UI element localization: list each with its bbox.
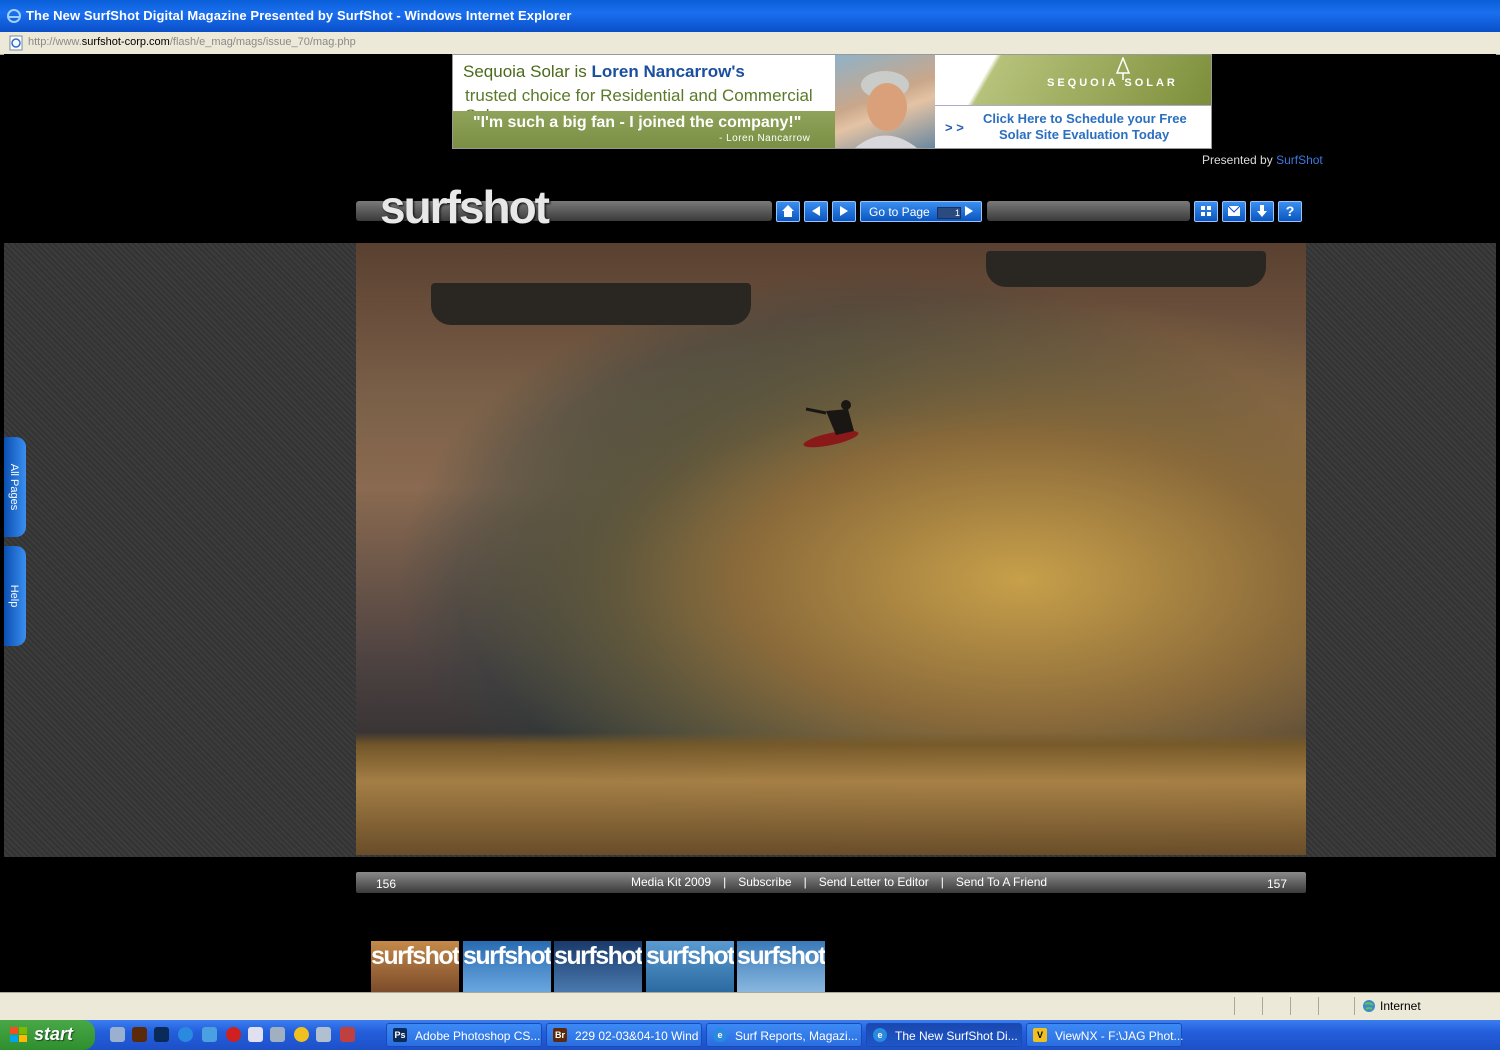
task-bridge[interactable]: Br 229 02-03&04-10 Wind xyxy=(546,1023,702,1047)
status-divider xyxy=(1354,997,1355,1015)
app-icon[interactable] xyxy=(270,1027,285,1042)
sequoia-solar-ad[interactable]: Sequoia Solar is Loren Nancarrow's trust… xyxy=(452,54,1212,149)
thumbnail[interactable]: surfshot xyxy=(463,941,551,992)
page-number-input[interactable]: 1 xyxy=(937,207,961,219)
internet-explorer-icon xyxy=(7,9,21,23)
help-tab[interactable]: Help xyxy=(4,546,26,646)
download-button[interactable] xyxy=(1250,201,1274,222)
address-bar[interactable]: http://www.surfshot-corp.com/flash/e_mag… xyxy=(0,32,1500,55)
cta-arrows: > > xyxy=(945,120,964,135)
app-icon[interactable] xyxy=(340,1027,355,1042)
send-to-friend-link[interactable]: Send To A Friend xyxy=(956,875,1047,889)
thumbnails-button[interactable] xyxy=(1194,201,1218,222)
thumbnail[interactable]: surfshot xyxy=(737,941,825,992)
ad-brand-name: SEQUOIA SOLAR xyxy=(1047,77,1178,89)
globe-icon xyxy=(1363,1000,1375,1012)
status-bar: Internet xyxy=(0,992,1500,1021)
thumbnail[interactable]: surfshot xyxy=(646,941,734,992)
ad-attribution: - Loren Nancarrow xyxy=(719,133,811,144)
internet-explorer-icon[interactable] xyxy=(178,1027,193,1042)
schedule-evaluation-link[interactable]: > > Click Here to Schedule your Free Sol… xyxy=(935,105,1211,148)
left-page-number: 156 xyxy=(376,877,397,891)
photoshop-icon[interactable] xyxy=(154,1027,169,1042)
ad-quote: "I'm such a big fan - I joined the compa… xyxy=(473,114,802,131)
internet-explorer-icon: e xyxy=(713,1028,727,1042)
subscribe-link[interactable]: Subscribe xyxy=(738,875,791,889)
question-mark-icon: ? xyxy=(1285,203,1295,219)
magazine-stage xyxy=(4,243,1496,857)
previous-page-button[interactable] xyxy=(804,201,828,222)
opera-icon[interactable] xyxy=(226,1027,241,1042)
ad-headline: Sequoia Solar is Loren Nancarrow's xyxy=(463,62,745,81)
presented-by: Presented by SurfShot xyxy=(1202,153,1323,167)
ad-text-panel: Sequoia Solar is Loren Nancarrow's trust… xyxy=(453,55,835,148)
show-desktop-icon[interactable] xyxy=(110,1027,125,1042)
bridge-icon: Br xyxy=(553,1028,567,1042)
download-icon xyxy=(1257,205,1267,217)
next-page-button[interactable] xyxy=(832,201,856,222)
toolbar-right-bar xyxy=(987,201,1190,221)
boat-right xyxy=(986,251,1266,287)
status-divider xyxy=(1262,997,1263,1015)
ad-cta-panel[interactable]: SEQUOIA SOLAR > > Click Here to Schedule… xyxy=(935,55,1211,148)
go-arrow-icon[interactable] xyxy=(963,203,975,219)
grid-icon xyxy=(1201,206,1211,216)
photoshop-icon: Ps xyxy=(393,1028,407,1042)
email-button[interactable] xyxy=(1222,201,1246,222)
envelope-icon xyxy=(1227,205,1241,216)
arrow-right-icon xyxy=(840,206,848,216)
page-footer-bar: 156 Media Kit 2009 | Subscribe | Send Letter… xyxy=(356,872,1306,893)
window-title: The New SurfShot Digital Magazine Presen… xyxy=(26,8,572,23)
internet-explorer-icon: e xyxy=(873,1028,887,1042)
cta-line-1: Click Here to Schedule your Free xyxy=(983,111,1187,126)
security-zone: Internet xyxy=(1363,999,1421,1013)
page-icon xyxy=(9,35,23,51)
boat-left xyxy=(431,283,751,325)
ad-portrait-photo xyxy=(835,55,935,148)
task-surfshot-active[interactable]: e The New SurfShot Di... xyxy=(866,1023,1022,1047)
task-surf-reports[interactable]: e Surf Reports, Magazi... xyxy=(706,1023,862,1047)
magazine-spread-photo[interactable] xyxy=(356,243,1306,855)
home-button[interactable] xyxy=(776,201,800,222)
chrome-icon[interactable] xyxy=(294,1027,309,1042)
status-divider xyxy=(1318,997,1319,1015)
windows-taskbar: start Ps Adobe Photoshop CS... Br 229 02… xyxy=(0,1020,1500,1050)
cta-line-2: Solar Site Evaluation Today xyxy=(999,127,1170,142)
home-icon xyxy=(782,205,794,217)
status-divider xyxy=(1290,997,1291,1015)
outlook-icon[interactable] xyxy=(248,1027,263,1042)
app-icon[interactable] xyxy=(316,1027,331,1042)
url-field[interactable]: http://www.surfshot-corp.com/flash/e_mag… xyxy=(28,36,356,48)
media-kit-link[interactable]: Media Kit 2009 xyxy=(631,875,711,889)
footer-links: Media Kit 2009 | Subscribe | Send Letter to … xyxy=(631,875,1048,889)
thumbnail[interactable]: surfshot xyxy=(554,941,642,992)
go-to-page-label: Go to Page xyxy=(869,205,930,219)
bridge-icon[interactable] xyxy=(132,1027,147,1042)
status-divider xyxy=(1234,997,1235,1015)
arrow-left-icon xyxy=(812,206,820,216)
window-titlebar[interactable]: The New SurfShot Digital Magazine Presen… xyxy=(0,0,1500,32)
surfshot-link[interactable]: SurfShot xyxy=(1276,153,1323,167)
go-to-page-control[interactable]: Go to Page 1 xyxy=(860,201,982,222)
viewnx-icon: V xyxy=(1033,1028,1047,1042)
start-button[interactable]: start xyxy=(0,1020,95,1050)
windows-logo-icon xyxy=(10,1027,27,1042)
send-letter-link[interactable]: Send Letter to Editor xyxy=(819,875,929,889)
surfshot-logo: surfshot xyxy=(380,181,550,233)
network-icon[interactable] xyxy=(202,1027,217,1042)
task-photoshop[interactable]: Ps Adobe Photoshop CS... xyxy=(386,1023,542,1047)
help-button[interactable]: ? xyxy=(1278,201,1302,222)
page-content: Sequoia Solar is Loren Nancarrow's trust… xyxy=(4,54,1496,992)
task-viewnx[interactable]: V ViewNX - F:\JAG Phot... xyxy=(1026,1023,1183,1047)
all-pages-tab[interactable]: All Pages xyxy=(4,437,26,537)
thumbnail[interactable]: surfshot xyxy=(371,941,459,992)
right-page-number: 157 xyxy=(1267,877,1288,891)
surfer-figure xyxy=(803,400,859,448)
